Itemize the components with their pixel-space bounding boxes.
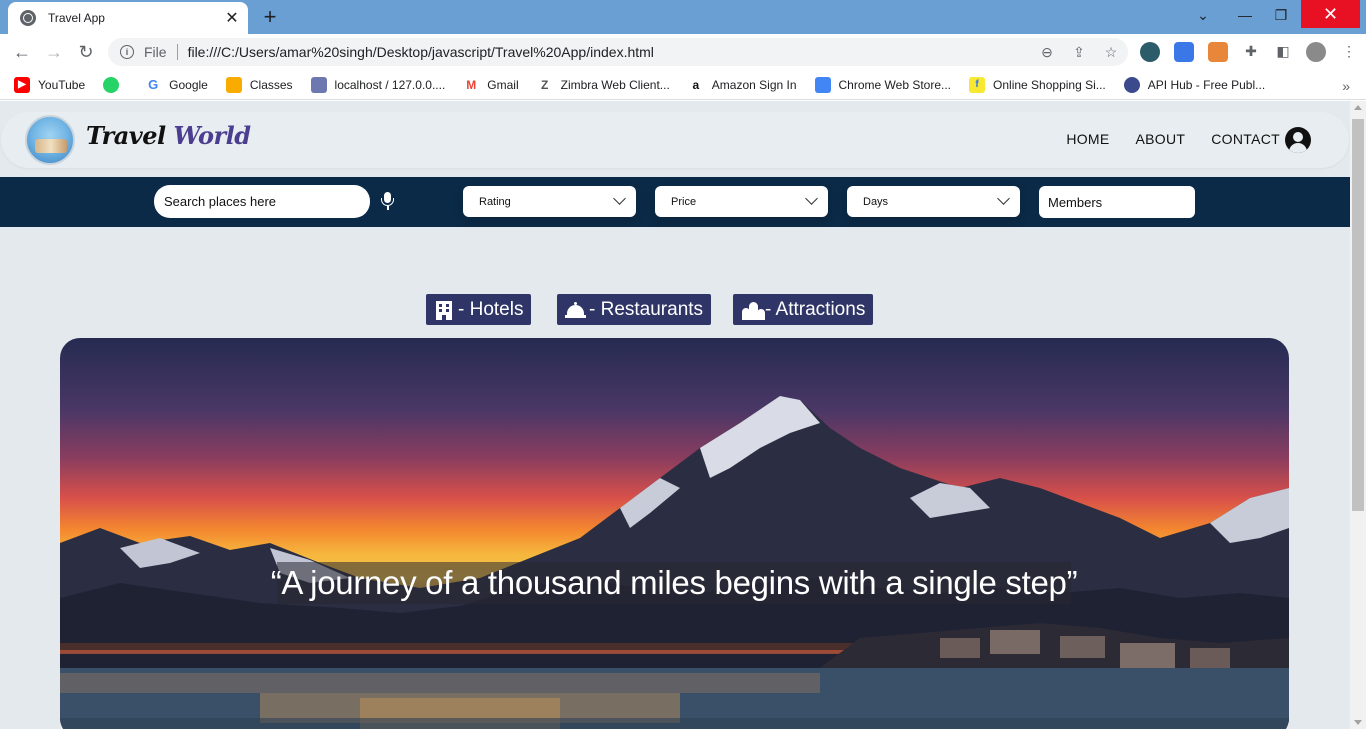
gmail-icon: M — [463, 76, 480, 93]
kebab-menu-icon[interactable]: ⋮ — [1340, 42, 1358, 60]
amazon-icon: a — [687, 76, 704, 93]
whatsapp-icon — [103, 76, 120, 93]
nav-home-link[interactable]: HOME — [1066, 131, 1109, 147]
api-hub-icon — [1123, 76, 1140, 93]
days-dropdown[interactable]: Days — [847, 186, 1020, 217]
bookmarks-overflow-icon[interactable]: » — [1342, 78, 1350, 94]
restaurants-button[interactable]: - Restaurants — [557, 294, 712, 325]
globe-icon — [20, 10, 36, 26]
forward-icon[interactable]: → — [42, 40, 66, 64]
mountain-landscape — [60, 396, 1289, 729]
bookmark-localhost[interactable]: localhost / 127.0.0.... — [310, 76, 445, 93]
site-brand[interactable]: Travel World — [86, 121, 251, 150]
bookmark-star-icon[interactable]: ☆ — [1102, 43, 1120, 61]
restore-button[interactable]: ❐ — [1266, 0, 1296, 30]
address-bar[interactable]: i File file:///C:/Users/amar%20singh/Des… — [108, 38, 1128, 66]
google-icon: G — [145, 76, 162, 93]
info-icon[interactable]: i — [120, 45, 134, 59]
scroll-up-icon[interactable] — [1354, 105, 1362, 110]
tab-close-icon[interactable]: ✕ — [222, 8, 242, 28]
tab-search-icon[interactable]: ⌄ — [1188, 0, 1218, 30]
zoom-icon[interactable]: ⊖ — [1038, 43, 1056, 61]
nav-about-link[interactable]: ABOUT — [1136, 131, 1186, 147]
bookmarks-bar: ▶ YouTube G Google Classes localhost / 1… — [0, 70, 1366, 100]
side-panel-icon[interactable]: ◧ — [1274, 42, 1292, 60]
back-icon[interactable]: ← — [10, 40, 34, 64]
bookmark-zimbra[interactable]: Z Zimbra Web Client... — [536, 76, 670, 93]
chevron-down-icon — [997, 192, 1010, 205]
extension-icon[interactable] — [1208, 42, 1228, 62]
url-text[interactable]: file:///C:/Users/amar%20singh/Desktop/ja… — [188, 44, 654, 60]
concierge-bell-icon — [565, 300, 587, 320]
hotel-icon — [434, 300, 456, 320]
youtube-icon: ▶ — [14, 76, 30, 93]
hotels-button[interactable]: - Hotels — [426, 294, 532, 325]
site-nav: HOME ABOUT CONTACT — [1066, 131, 1280, 147]
divider — [176, 44, 178, 60]
landmark-icon — [741, 300, 765, 320]
browser-title-bar: Travel App ✕ + ⌄ — ❐ ✕ — [0, 0, 1366, 34]
price-dropdown[interactable]: Price — [655, 186, 828, 217]
site-logo[interactable] — [25, 115, 75, 165]
rating-dropdown[interactable]: Rating — [463, 186, 636, 217]
tab-title: Travel App — [48, 11, 105, 25]
flipkart-icon: f — [969, 76, 986, 93]
url-scheme-label: File — [144, 44, 167, 60]
browser-tab[interactable]: Travel App ✕ — [8, 2, 248, 34]
phpmyadmin-icon — [310, 76, 327, 93]
filter-bar: Search places here Rating Price Days Mem… — [0, 177, 1350, 227]
chevron-down-icon — [805, 192, 818, 205]
page-scrollbar[interactable] — [1350, 101, 1366, 729]
bookmark-google[interactable]: G Google — [145, 76, 208, 93]
hero-quote: “A journey of a thousand miles begins wi… — [270, 564, 1078, 601]
zimbra-icon: Z — [536, 76, 553, 93]
minimize-button[interactable]: — — [1228, 0, 1262, 30]
close-window-button[interactable]: ✕ — [1301, 0, 1360, 28]
puzzle-icon[interactable]: ✚ — [1242, 42, 1260, 60]
nav-contact-link[interactable]: CONTACT — [1211, 131, 1280, 147]
bookmark-classes[interactable]: Classes — [225, 76, 293, 93]
microphone-icon[interactable] — [381, 192, 394, 210]
browser-toolbar: ← → ↻ i File file:///C:/Users/amar%20sin… — [0, 34, 1366, 70]
profile-avatar[interactable] — [1306, 42, 1326, 62]
bookmark-api-hub[interactable]: API Hub - Free Publ... — [1123, 76, 1265, 93]
bookmark-whatsapp[interactable] — [103, 76, 127, 93]
bookmark-gmail[interactable]: M Gmail — [463, 76, 519, 93]
scrollbar-thumb[interactable] — [1352, 119, 1364, 511]
screen-recorder-icon[interactable] — [1174, 42, 1194, 62]
search-input[interactable]: Search places here — [154, 185, 370, 218]
page-viewport: Travel World HOME ABOUT CONTACT Search p… — [0, 101, 1350, 729]
members-input[interactable]: Members — [1039, 186, 1195, 218]
extension-icon[interactable] — [1140, 42, 1160, 62]
bookmark-amazon[interactable]: a Amazon Sign In — [687, 76, 797, 93]
bookmark-flipkart[interactable]: f Online Shopping Si... — [969, 76, 1106, 93]
bookmark-youtube[interactable]: ▶ YouTube — [14, 76, 85, 93]
bookmark-chrome-web-store[interactable]: Chrome Web Store... — [814, 76, 951, 93]
scroll-down-icon[interactable] — [1354, 720, 1362, 725]
share-icon[interactable]: ⇪ — [1070, 43, 1088, 61]
reload-icon[interactable]: ↻ — [74, 40, 98, 64]
attractions-button[interactable]: - Attractions — [733, 294, 874, 325]
chrome-web-store-icon — [814, 76, 831, 93]
classroom-icon — [225, 76, 242, 93]
new-tab-button[interactable]: + — [259, 4, 281, 29]
hero-image — [60, 338, 1289, 729]
user-account-icon[interactable] — [1285, 127, 1311, 153]
chevron-down-icon — [613, 192, 626, 205]
